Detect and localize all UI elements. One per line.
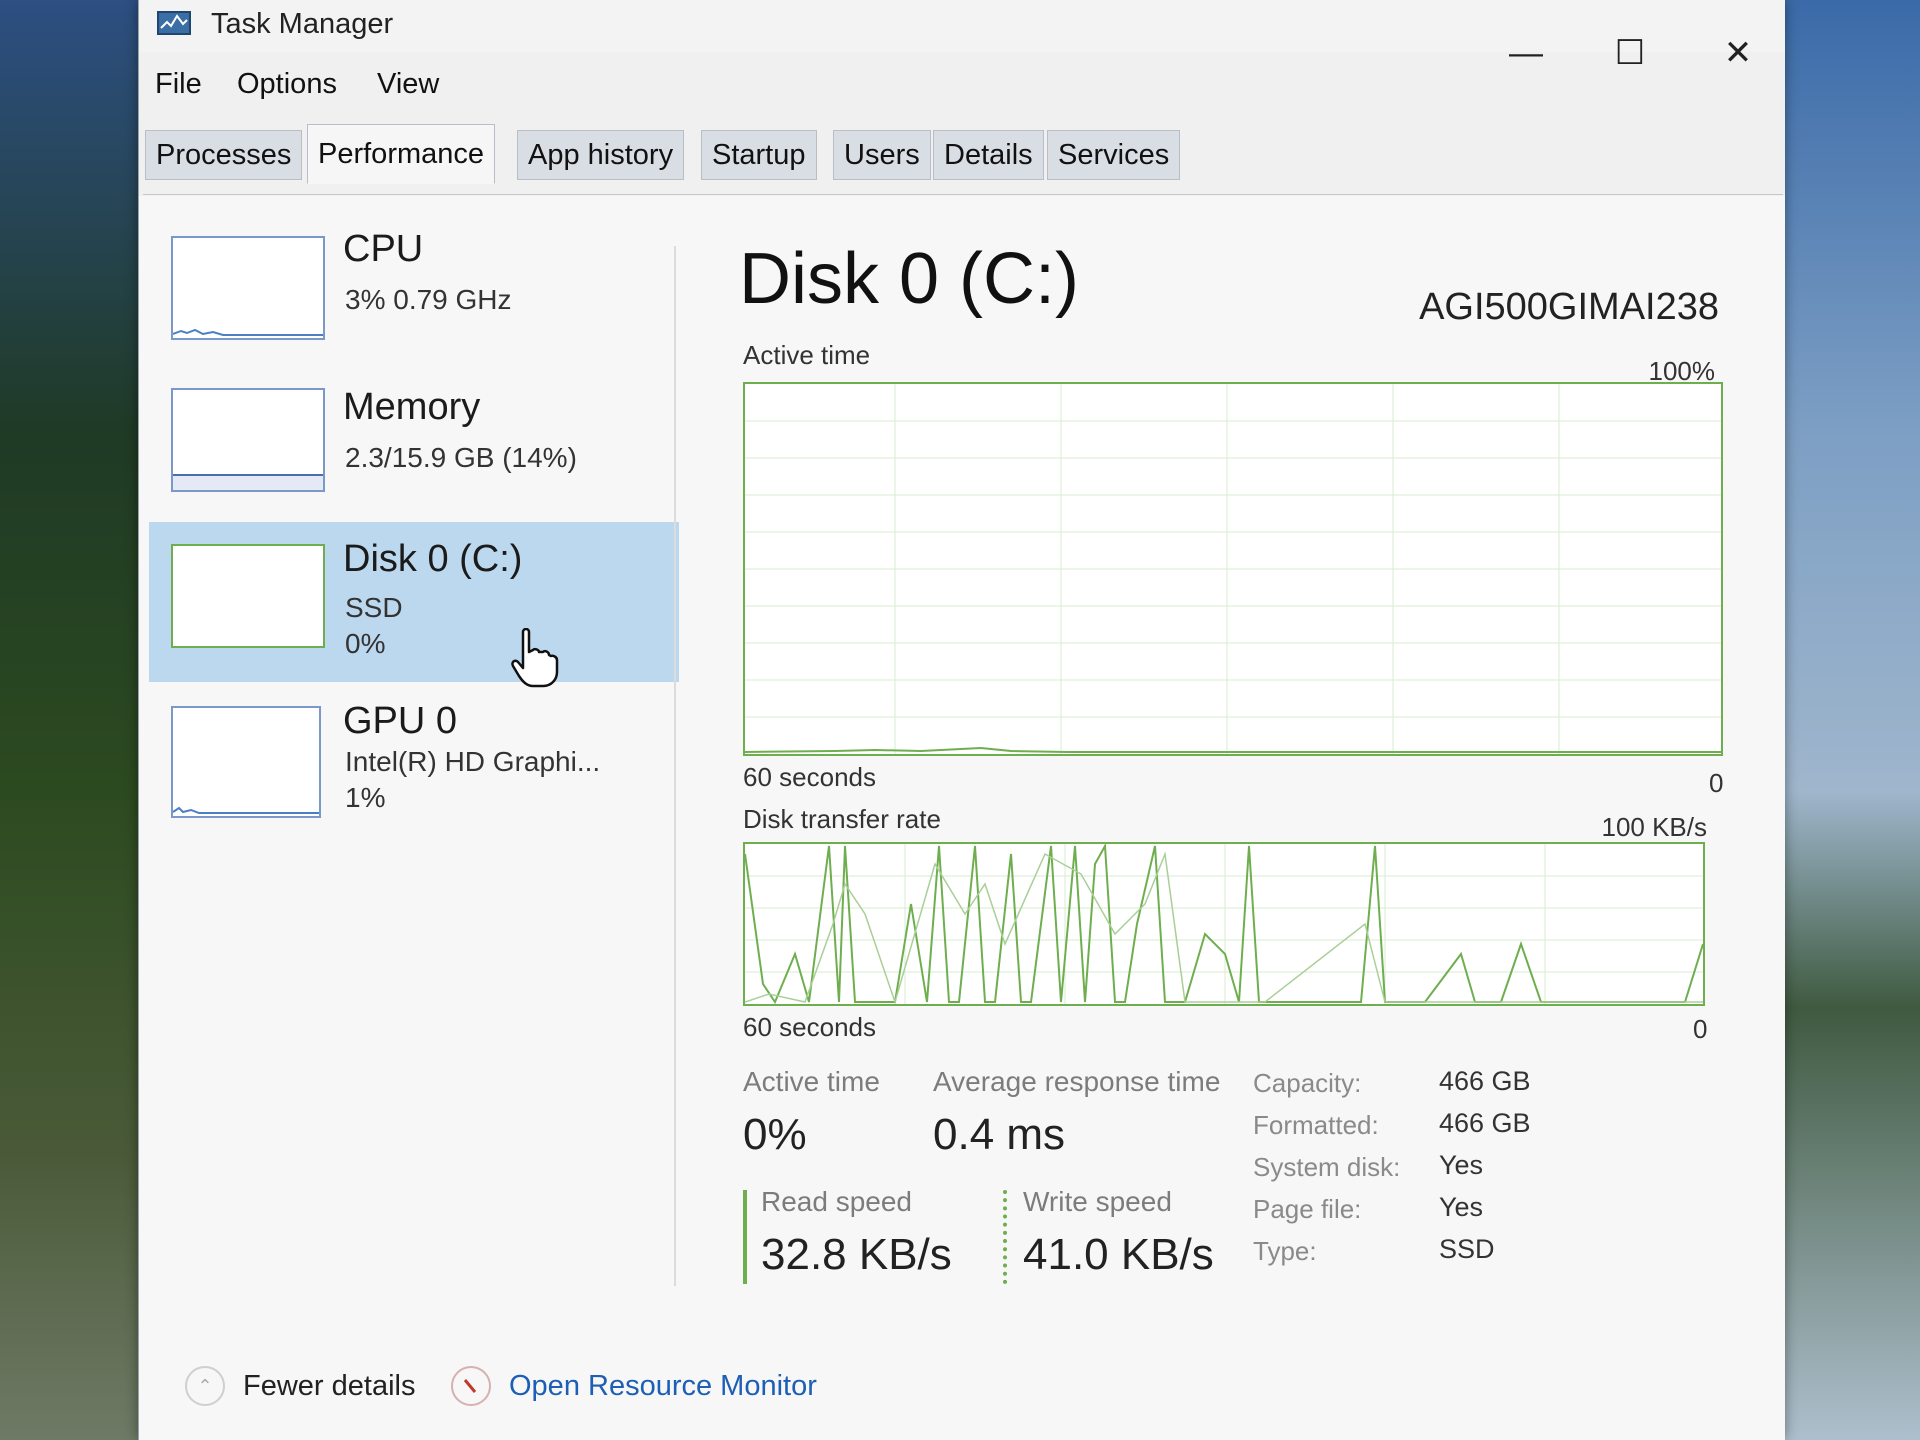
open-resource-monitor-link[interactable]: Open Resource Monitor: [451, 1366, 817, 1406]
open-resource-monitor-label: Open Resource Monitor: [509, 1369, 817, 1402]
resource-monitor-icon: [451, 1366, 491, 1406]
active-time-label: Active time: [743, 1066, 880, 1097]
tab-details[interactable]: Details: [933, 130, 1044, 180]
task-manager-window: Task Manager — ☐ ✕ File Options View Pro…: [138, 0, 1785, 1440]
disk-title: Disk 0 (C:): [739, 239, 1079, 319]
page-file-value: Yes: [1439, 1192, 1484, 1222]
memory-thumbnail-graph: [171, 388, 325, 492]
tab-bar: Processes Performance App history Startu…: [143, 120, 1783, 195]
tab-users[interactable]: Users: [833, 130, 931, 180]
transfer-rate-graph-min: 0: [1693, 1014, 1708, 1044]
disk-thumbnail-graph: [171, 544, 325, 648]
sidebar-item-gpu-0[interactable]: GPU 0 Intel(R) HD Graphi... 1%: [149, 692, 679, 852]
disk-model: AGI500GIMAI238: [1419, 286, 1719, 328]
sidebar-memory-usage: 2.3/15.9 GB (14%): [345, 442, 577, 473]
sidebar-gpu-model: Intel(R) HD Graphi...: [345, 746, 601, 777]
capacity-label: Capacity:: [1253, 1068, 1362, 1098]
response-time-value: 0.4 ms: [933, 1110, 1066, 1159]
desktop-background-right: [1770, 0, 1920, 1440]
sidebar-item-disk-0[interactable]: Disk 0 (C:) SSD 0%: [149, 522, 679, 682]
transfer-rate-graph-max: 100 KB/s: [1601, 812, 1707, 842]
menu-view[interactable]: View: [377, 68, 439, 101]
menu-options[interactable]: Options: [237, 68, 337, 101]
menu-file[interactable]: File: [155, 68, 202, 101]
tab-performance[interactable]: Performance: [307, 124, 496, 184]
window-title: Task Manager: [211, 8, 394, 40]
sidebar-gpu-usage: 1%: [345, 782, 386, 813]
resource-list: CPU 3% 0.79 GHz Memory 2.3/15.9 GB (14%)…: [149, 196, 679, 1316]
title-bar: Task Manager — ☐ ✕: [139, 0, 1785, 72]
write-speed-label: Write speed: [1023, 1186, 1172, 1217]
type-value: SSD: [1439, 1234, 1495, 1264]
close-button[interactable]: ✕: [1713, 28, 1763, 78]
fewer-details-button[interactable]: ⌃ Fewer details: [185, 1366, 415, 1406]
task-manager-icon: [157, 11, 191, 35]
hand-cursor-icon: [511, 628, 559, 688]
capacity-value: 466 GB: [1439, 1066, 1531, 1096]
read-speed-legend-line: [743, 1190, 747, 1284]
formatted-label: Formatted:: [1253, 1110, 1379, 1140]
sidebar-label-cpu: CPU: [343, 228, 424, 270]
desktop-background-left: [0, 0, 150, 1440]
sidebar-disk-usage: 0%: [345, 628, 386, 659]
chevron-up-icon: ⌃: [185, 1366, 225, 1406]
gpu-thumbnail-graph: [171, 706, 321, 818]
active-time-graph-xlabel: 60 seconds: [743, 762, 876, 792]
tab-startup[interactable]: Startup: [701, 130, 817, 180]
system-disk-label: System disk:: [1253, 1152, 1401, 1182]
formatted-value: 466 GB: [1439, 1108, 1531, 1138]
panel-divider: [674, 246, 676, 1286]
fewer-details-label: Fewer details: [243, 1369, 416, 1402]
sidebar-cpu-usage: 3% 0.79 GHz: [345, 284, 512, 315]
read-speed-value: 32.8 KB/s: [761, 1230, 952, 1279]
sidebar-item-memory[interactable]: Memory 2.3/15.9 GB (14%): [149, 382, 679, 542]
performance-content: CPU 3% 0.79 GHz Memory 2.3/15.9 GB (14%)…: [139, 196, 1785, 1440]
maximize-button[interactable]: ☐: [1605, 28, 1655, 78]
sidebar-item-cpu[interactable]: CPU 3% 0.79 GHz: [149, 226, 679, 386]
sidebar-disk-type: SSD: [345, 592, 403, 623]
footer: ⌃ Fewer details Open Resource Monitor: [139, 1366, 1785, 1436]
page-file-label: Page file:: [1253, 1194, 1362, 1224]
write-speed-value: 41.0 KB/s: [1023, 1230, 1214, 1279]
active-time-graph: [743, 382, 1723, 756]
read-speed-label: Read speed: [761, 1186, 913, 1217]
transfer-rate-graph-xlabel: 60 seconds: [743, 1012, 876, 1042]
cpu-thumbnail-line: [172, 328, 323, 336]
active-time-value: 0%: [743, 1110, 807, 1159]
active-time-graph-label: Active time: [743, 340, 871, 370]
transfer-rate-graph-label: Disk transfer rate: [743, 804, 941, 834]
type-label: Type:: [1253, 1236, 1317, 1266]
sidebar-label-disk-0: Disk 0 (C:): [343, 538, 523, 580]
system-disk-value: Yes: [1439, 1150, 1484, 1180]
sidebar-label-gpu-0: GPU 0: [343, 700, 458, 742]
sidebar-label-memory: Memory: [343, 386, 481, 428]
tab-services[interactable]: Services: [1047, 130, 1181, 180]
gpu-thumbnail-line: [172, 806, 319, 814]
response-time-label: Average response time: [933, 1066, 1221, 1097]
transfer-rate-lines: [745, 844, 1703, 1004]
write-speed-legend-line: [1003, 1190, 1007, 1284]
transfer-rate-graph: [743, 842, 1705, 1006]
active-time-graph-min: 0: [1709, 768, 1724, 798]
tab-processes[interactable]: Processes: [145, 130, 303, 180]
cpu-thumbnail-graph: [171, 236, 325, 340]
tab-app-history[interactable]: App history: [517, 130, 685, 180]
minimize-button[interactable]: —: [1501, 28, 1551, 78]
disk-detail-panel: Disk 0 (C:) AGI500GIMAI238 Active time 1…: [739, 196, 1759, 1316]
active-time-grid: [745, 384, 1721, 754]
